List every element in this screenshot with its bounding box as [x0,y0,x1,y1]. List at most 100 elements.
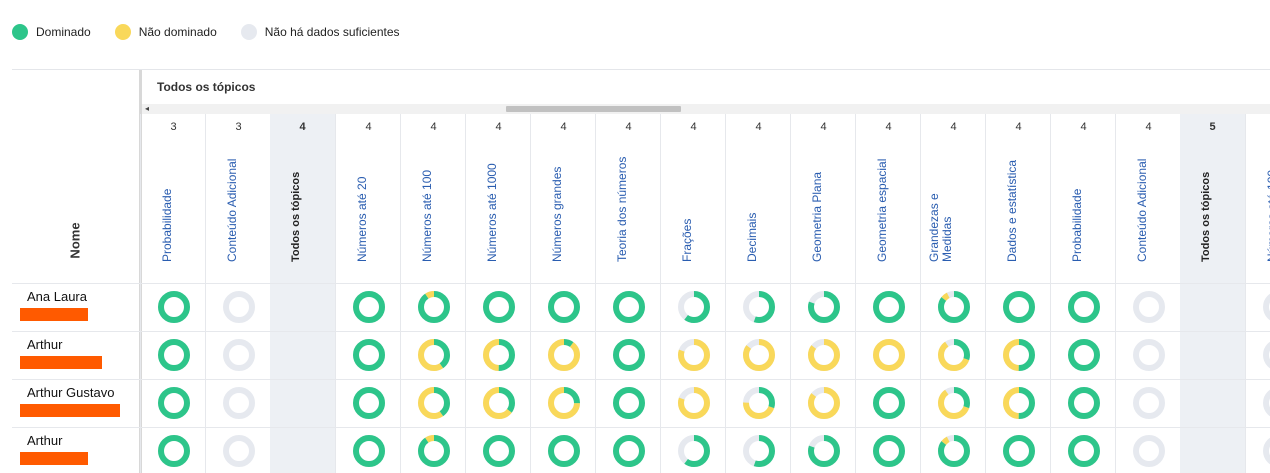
mastery-donut[interactable] [416,385,452,421]
mastery-donut[interactable] [1066,289,1102,325]
redaction-mark [20,404,120,417]
mastery-donut[interactable] [871,385,907,421]
mastery-donut[interactable] [481,385,517,421]
group-title: Todos os tópicos [157,80,256,94]
mastery-donut[interactable] [1066,385,1102,421]
mastery-donut[interactable] [611,337,647,373]
legend-item-no-data: Não há dados suficientes [240,24,400,40]
mastery-donut[interactable] [936,289,972,325]
name-column-header[interactable]: Nome [60,210,90,270]
mastery-donut[interactable] [741,385,777,421]
mastery-donut[interactable] [806,385,842,421]
student-name[interactable]: Ana Laura [27,289,87,304]
topic-link[interactable]: Números até 1000 [485,163,499,264]
mastery-donut[interactable] [546,385,582,421]
grade-level: 3 [170,121,177,133]
topic-link[interactable]: Dados e estatística [1005,160,1019,264]
mastery-donut[interactable] [546,433,582,469]
mastery-donut[interactable] [546,289,582,325]
topic-link[interactable]: Números até 100 [420,170,434,264]
topic-link[interactable]: Geometria espacial [875,159,889,264]
mastery-donut[interactable] [351,433,387,469]
mastery-donut[interactable] [416,289,452,325]
topic-column: 5 Todos os tópicos [1180,114,1245,473]
mastery-donut[interactable] [481,289,517,325]
mastery-donut[interactable] [611,289,647,325]
mastery-donut[interactable] [936,337,972,373]
topic-link[interactable]: Decimais [745,213,759,264]
mastery-donut[interactable] [936,433,972,469]
mastery-donut[interactable] [741,337,777,373]
mastery-donut[interactable] [1066,337,1102,373]
row-divider [12,379,1270,380]
topic-link[interactable]: Frações [680,219,694,264]
mastery-donut[interactable] [1001,289,1037,325]
topic-link[interactable]: Números grandes [550,167,564,264]
mastery-donut[interactable] [676,385,712,421]
scrollbar-thumb[interactable] [506,106,681,112]
grade-level: 4 [950,121,957,133]
mastery-donut[interactable] [1261,289,1270,325]
mastery-donut[interactable] [936,385,972,421]
mastery-donut[interactable] [741,289,777,325]
mastery-donut[interactable] [221,433,257,469]
mastery-donut[interactable] [806,337,842,373]
mastery-donut[interactable] [351,385,387,421]
mastery-donut[interactable] [1066,433,1102,469]
topic-link[interactable]: Conteúdo Adicional [225,159,239,264]
mastery-donut[interactable] [806,433,842,469]
topic-link[interactable]: Teoria dos números [615,157,629,264]
mastery-donut[interactable] [221,385,257,421]
mastery-donut[interactable] [221,337,257,373]
mastery-donut[interactable] [871,433,907,469]
mastery-donut[interactable] [1001,337,1037,373]
topic-link[interactable]: Conteúdo Adicional [1135,159,1149,264]
mastery-donut[interactable] [871,289,907,325]
topic-link[interactable]: Grandezas e Medidas [927,190,954,264]
mastery-donut[interactable] [676,433,712,469]
grade-level: 4 [1015,121,1022,133]
mastery-donut[interactable] [156,433,192,469]
mastery-donut[interactable] [1261,385,1270,421]
topic-link[interactable]: Geometria Plana [810,172,824,264]
mastery-donut[interactable] [611,433,647,469]
mastery-donut[interactable] [611,385,647,421]
mastery-donut[interactable] [1131,385,1167,421]
mastery-donut[interactable] [676,337,712,373]
row-divider [12,427,1270,428]
mastery-donut[interactable] [221,289,257,325]
mastery-donut[interactable] [156,337,192,373]
topic-link[interactable]: Probabilidade [1070,189,1084,264]
student-name[interactable]: Arthur [27,337,62,352]
mastery-donut[interactable] [806,289,842,325]
mastery-donut[interactable] [351,289,387,325]
legend-label: Não há dados suficientes [264,25,400,39]
scroll-left-arrow-icon[interactable]: ◂ [145,104,149,114]
mastery-donut[interactable] [481,337,517,373]
legend-item-not-mastered: Não dominado [114,24,217,40]
mastery-donut[interactable] [481,433,517,469]
student-name[interactable]: Arthur Gustavo [27,385,114,400]
mastery-donut[interactable] [1131,337,1167,373]
mastery-donut[interactable] [741,433,777,469]
mastery-donut[interactable] [1131,289,1167,325]
mastery-donut[interactable] [156,289,192,325]
mastery-donut[interactable] [416,337,452,373]
mastery-donut[interactable] [156,385,192,421]
mastery-donut[interactable] [676,289,712,325]
mastery-donut[interactable] [1001,385,1037,421]
mastery-donut[interactable] [1001,433,1037,469]
mastery-donut[interactable] [546,337,582,373]
mastery-donut[interactable] [1261,337,1270,373]
grade-level: 4 [1145,121,1152,133]
mastery-donut[interactable] [351,337,387,373]
mastery-donut[interactable] [1131,433,1167,469]
mastery-donut[interactable] [1261,433,1270,469]
mastery-donut[interactable] [871,337,907,373]
topic-link[interactable]: Números até 20 [355,177,369,264]
topic-link[interactable]: Números até 100 [1265,170,1270,264]
horizontal-scrollbar[interactable] [142,104,1270,114]
student-name[interactable]: Arthur [27,433,62,448]
topic-link[interactable]: Probabilidade [160,189,174,264]
mastery-donut[interactable] [416,433,452,469]
